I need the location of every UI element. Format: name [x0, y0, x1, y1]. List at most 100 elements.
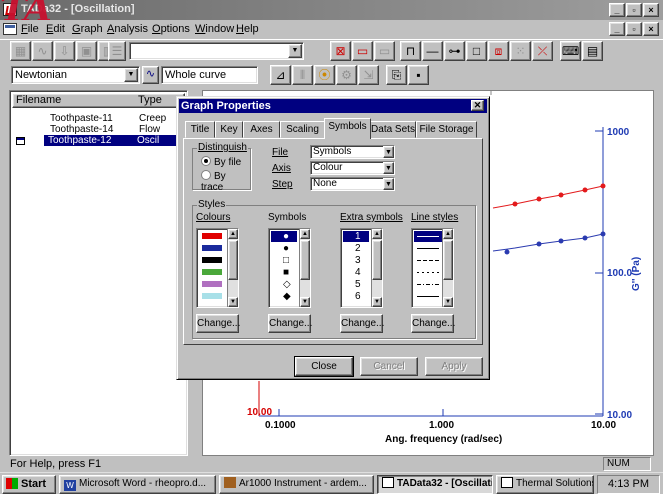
step-icon[interactable]: ⊓ — [400, 41, 421, 61]
colour-swatch-row[interactable] — [199, 231, 225, 242]
symbol-row[interactable]: ● — [271, 243, 297, 254]
menu-graph[interactable]: Graph — [72, 23, 103, 35]
model-select[interactable]: Newtonian ▼ — [11, 66, 140, 84]
chevron-down-icon[interactable]: ▼ — [124, 68, 138, 82]
chevron-down-icon[interactable]: ▼ — [383, 146, 394, 158]
scroll-up-icon[interactable]: ▲ — [443, 229, 453, 239]
symbol-row[interactable]: ◆ — [271, 291, 297, 302]
table-icon[interactable]: ▭ — [374, 41, 395, 61]
scroll-down-icon[interactable]: ▼ — [372, 297, 382, 307]
extra-symbol-row[interactable]: 4 — [343, 267, 369, 278]
child-close-button[interactable]: × — [643, 22, 659, 36]
radio-by-trace[interactable]: By trace — [201, 170, 250, 193]
symbols-listbox[interactable]: ● ● □ ■ ◇ ◆ ▲ ▼ — [268, 228, 311, 308]
colour-swatch-row[interactable] — [199, 279, 225, 290]
scroll-thumb[interactable] — [443, 240, 453, 280]
file-row-selected[interactable]: Toothpaste-12 Oscil — [44, 135, 185, 146]
extra-symbols-scrollbar[interactable]: ▲ ▼ — [371, 229, 382, 307]
extra-symbol-row[interactable]: 3 — [343, 255, 369, 266]
curve-icon[interactable]: ∿ — [32, 41, 53, 61]
chevron-down-icon[interactable]: ▼ — [383, 178, 394, 190]
down-arrow-icon[interactable]: ⇩ — [54, 41, 75, 61]
taskbar-item-thermal[interactable]: Thermal Solutions — [496, 475, 594, 494]
colour-swatch-row[interactable] — [199, 243, 225, 254]
curve-fit-icon[interactable]: ∿ — [142, 66, 159, 84]
child-restore-button[interactable]: ▫ — [626, 22, 642, 36]
zoom-box-icon[interactable]: ⧈ — [488, 41, 509, 61]
chevron-down-icon[interactable]: ▼ — [383, 162, 394, 174]
maximize-button[interactable]: ▫ — [626, 3, 642, 17]
column-header-type[interactable]: Type — [135, 94, 162, 107]
keyboard-icon[interactable]: ⌨ — [560, 41, 581, 61]
list-icon[interactable]: ☰ — [108, 41, 126, 61]
file-row[interactable]: Toothpaste-14 Flow — [12, 124, 185, 135]
change-line-styles-button[interactable]: Change... — [411, 314, 455, 333]
colours-listbox[interactable]: ▲ ▼ — [196, 228, 239, 308]
extra-symbol-row[interactable]: 1 — [343, 231, 369, 242]
colour-swatch-row[interactable] — [199, 267, 225, 278]
axis-dropdown[interactable]: Colour ▼ — [310, 161, 395, 175]
scroll-thumb[interactable] — [372, 240, 382, 280]
step-dropdown[interactable]: None ▼ — [310, 177, 395, 191]
selection-combo[interactable]: ▼ — [129, 42, 304, 60]
range-field[interactable]: Whole curve — [161, 66, 258, 84]
column-header-filename[interactable]: Filename — [13, 94, 61, 107]
link-icon[interactable]: ⊶ — [444, 41, 465, 61]
scroll-down-icon[interactable]: ▼ — [443, 297, 453, 307]
symbol-row[interactable]: ■ — [271, 267, 297, 278]
taskbar-item-word[interactable]: W Microsoft Word - rheopro.d... — [59, 475, 216, 494]
change-colours-button[interactable]: Change... — [196, 314, 240, 333]
fit-graph-icon[interactable]: ⊿ — [270, 65, 291, 85]
change-symbols-button[interactable]: Change... — [268, 314, 312, 333]
tab-scaling[interactable]: Scaling — [280, 121, 325, 138]
cross-icon[interactable]: ⤫ — [532, 41, 553, 61]
dialog-close-icon[interactable]: ✕ — [471, 100, 484, 111]
graph-window-icon[interactable]: ⊠ — [330, 41, 351, 61]
scroll-thumb[interactable] — [300, 240, 310, 280]
file-row[interactable]: Toothpaste-11 Creep — [12, 113, 185, 124]
symbol-row[interactable]: ● — [271, 231, 297, 242]
colour-swatch-row[interactable] — [199, 291, 225, 302]
traffic-light-icon[interactable]: ⦿ — [314, 65, 335, 85]
tab-title[interactable]: Title — [185, 121, 215, 138]
tab-file-storage[interactable]: File Storage — [416, 121, 477, 138]
points-icon[interactable]: ⁙ — [510, 41, 531, 61]
open-file-icon[interactable]: ⎘ — [386, 65, 407, 85]
extra-symbol-row[interactable]: 2 — [343, 243, 369, 254]
menu-edit[interactable]: Edit — [46, 23, 65, 35]
extra-symbol-row[interactable]: 6 — [343, 291, 369, 302]
scroll-up-icon[interactable]: ▲ — [228, 229, 238, 239]
menu-help[interactable]: Help — [236, 23, 259, 35]
file-dropdown[interactable]: Symbols ▼ — [310, 145, 395, 159]
scroll-thumb[interactable] — [228, 240, 238, 280]
save-icon[interactable]: ▪ — [408, 65, 429, 85]
child-minimize-button[interactable]: _ — [609, 22, 625, 36]
close-window-button[interactable]: × — [643, 3, 659, 17]
scroll-up-icon[interactable]: ▲ — [300, 229, 310, 239]
line-styles-listbox[interactable]: ▲ ▼ — [411, 228, 454, 308]
axes-icon[interactable]: ▭ — [352, 41, 373, 61]
menu-analysis[interactable]: Analysis — [107, 23, 148, 35]
minimize-button[interactable]: _ — [609, 3, 625, 17]
extra-symbols-listbox[interactable]: 1 2 3 4 5 6 ▲ ▼ — [340, 228, 383, 308]
line-styles-scrollbar[interactable]: ▲ ▼ — [442, 229, 453, 307]
line-icon[interactable]: — — [422, 41, 443, 61]
symbol-row[interactable]: ◇ — [271, 279, 297, 290]
symbols-scrollbar[interactable]: ▲ ▼ — [299, 229, 310, 307]
scroll-up-icon[interactable]: ▲ — [372, 229, 382, 239]
extra-symbol-row[interactable]: 5 — [343, 279, 369, 290]
tab-data-sets[interactable]: Data Sets — [370, 121, 416, 138]
taskbar-item-tadata[interactable]: TAData32 - [Oscillati... — [377, 475, 493, 494]
colours-scrollbar[interactable]: ▲ ▼ — [227, 229, 238, 307]
save-disk-icon[interactable]: ▣ — [76, 41, 97, 61]
symbol-row[interactable]: □ — [271, 255, 297, 266]
file-list[interactable]: Filename Type Toothpaste-11 Creep Toothp… — [9, 90, 188, 456]
tab-symbols[interactable]: Symbols — [324, 118, 371, 139]
menu-file[interactable]: File — [21, 23, 39, 35]
chevron-down-icon[interactable]: ▼ — [288, 44, 302, 58]
tab-key[interactable]: Key — [215, 121, 243, 138]
list-view-icon[interactable]: ▤ — [582, 41, 603, 61]
scroll-down-icon[interactable]: ▼ — [300, 297, 310, 307]
colour-swatch-row[interactable] — [199, 255, 225, 266]
frame-icon[interactable]: □ — [466, 41, 487, 61]
